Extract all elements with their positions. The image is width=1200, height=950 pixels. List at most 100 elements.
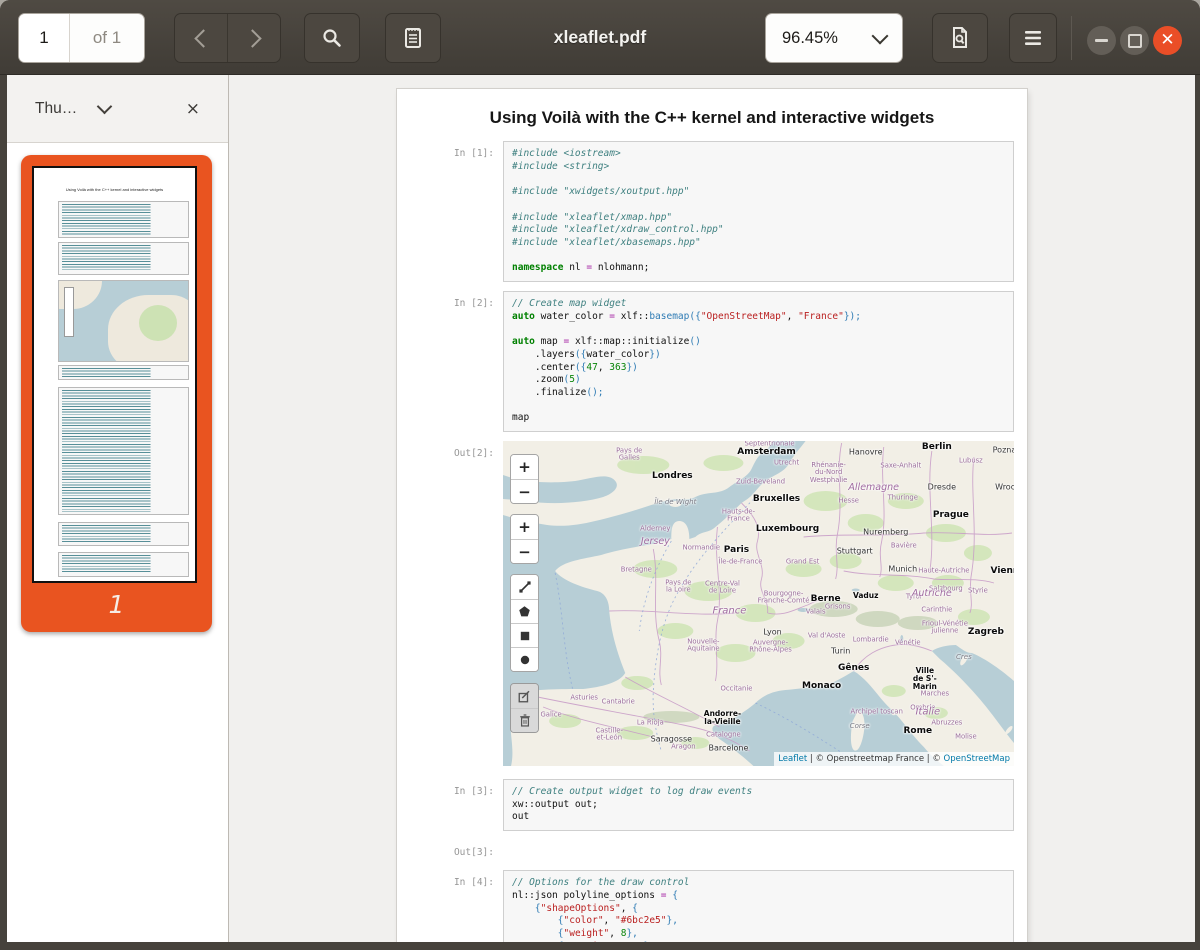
minus-button[interactable]: − <box>511 479 538 503</box>
chevron-right-icon <box>243 29 261 47</box>
minimize-button[interactable] <box>1087 26 1116 55</box>
cell-row: In [2]:// Create map widgetauto water_co… <box>397 291 1027 432</box>
cell-row: Out[2]: <box>397 441 1027 766</box>
sidebar-mode-dropdown[interactable]: Thu… <box>35 100 77 118</box>
plus-button[interactable]: + <box>511 515 538 539</box>
thumbnails-sidebar: Thu… × Using Voilà with the C++ kernel a… <box>7 75 229 942</box>
attribution-text: | © Openstreetmap France | © <box>807 754 943 764</box>
plus-button[interactable]: + <box>511 455 538 479</box>
code-line: nl::json polyline_options = { <box>512 890 1005 903</box>
close-button[interactable]: ✕ <box>1153 26 1182 55</box>
code-line <box>512 323 1005 336</box>
map-edit-tools <box>510 683 539 733</box>
edit-button[interactable] <box>511 684 538 708</box>
polyline-button[interactable] <box>511 575 538 599</box>
code-line: .layers({water_color}) <box>512 349 1005 362</box>
document-title: xleaflet.pdf <box>450 0 750 75</box>
page-nav-group <box>174 13 281 63</box>
code-cell[interactable]: // Create output widget to log draw even… <box>503 779 1014 831</box>
cell-row: Out[3]: <box>397 840 1027 864</box>
close-icon: ✕ <box>1160 32 1174 49</box>
attribution-link[interactable]: Leaflet <box>778 754 807 764</box>
code-line <box>512 250 1005 263</box>
code-line: #include <string> <box>512 161 1005 174</box>
chevron-down-icon[interactable] <box>97 99 113 115</box>
thumbnail-page-number: 1 <box>21 590 212 619</box>
input-prompt: In [2]: <box>397 291 503 432</box>
code-line: map <box>512 412 1005 425</box>
code-line: // Create output widget to log draw even… <box>512 786 1005 799</box>
trash-button[interactable] <box>511 708 538 732</box>
code-line: // Create map widget <box>512 298 1005 311</box>
previous-page-button[interactable] <box>175 14 227 62</box>
page-number-input[interactable]: 1 <box>19 14 70 62</box>
map-draw-tools <box>510 574 539 672</box>
cells: In [1]:#include <iostream>#include <stri… <box>397 141 1027 942</box>
zoom-level-value: 96.45% <box>782 29 838 48</box>
document-magnifier-icon <box>948 25 972 51</box>
note-icon <box>401 25 425 51</box>
code-line: .zoom(5) <box>512 374 1005 387</box>
maximize-icon <box>1128 34 1142 48</box>
code-line: auto map = xlf::map::initialize() <box>512 336 1005 349</box>
code-line: {"color", "#6bc2e5"}, <box>512 915 1005 928</box>
output-prompt: Out[2]: <box>397 441 503 766</box>
code-line: #include "xleaflet/xbasemaps.hpp" <box>512 237 1005 250</box>
chevron-down-icon <box>872 27 889 44</box>
code-line: namespace nl = nlohmann; <box>512 262 1005 275</box>
cell-row: In [3]:// Create output widget to log dr… <box>397 779 1027 831</box>
rectangle-button[interactable] <box>511 623 538 647</box>
pdf-page: Using Voilà with the C++ kernel and inte… <box>397 89 1027 942</box>
pdf-viewer-window: 1 of 1 xleaflet.pdf 96.45% ✕ <box>0 0 1200 950</box>
code-line <box>512 173 1005 186</box>
page-number-control[interactable]: 1 of 1 <box>18 13 145 63</box>
map-image <box>503 441 1014 766</box>
code-line: {"weight", 8}, <box>512 928 1005 941</box>
hamburger-menu-icon <box>1023 29 1043 47</box>
cell-row: In [1]:#include <iostream>#include <stri… <box>397 141 1027 282</box>
sidebar-close-button[interactable]: × <box>186 99 200 119</box>
code-cell[interactable]: #include <iostream>#include <string> #in… <box>503 141 1014 282</box>
document-view[interactable]: Using Voilà with the C++ kernel and inte… <box>229 75 1195 942</box>
page-thumbnail-selected[interactable]: Using Voilà with the C++ kernel and inte… <box>21 155 212 632</box>
code-line: .center({47, 363}) <box>512 362 1005 375</box>
map-zoom-mid: +− <box>510 514 539 564</box>
attribution-link[interactable]: OpenStreetMap <box>944 754 1010 764</box>
code-cell[interactable]: // Options for the draw controlnl::json … <box>503 870 1014 942</box>
map-attribution: Leaflet | © Openstreetmap France | © Ope… <box>774 752 1014 766</box>
code-line: out <box>512 811 1005 824</box>
code-line: #include "xleaflet/xmap.hpp" <box>512 212 1005 225</box>
code-line <box>512 199 1005 212</box>
page-title: Using Voilà with the C++ kernel and inte… <box>397 108 1027 128</box>
minimize-icon <box>1095 39 1108 42</box>
minus-button[interactable]: − <box>511 539 538 563</box>
app-body: Thu… × Using Voilà with the C++ kernel a… <box>7 75 1195 942</box>
menu-button[interactable] <box>1009 13 1057 63</box>
code-line: auto water_color = xlf::basemap({"OpenSt… <box>512 311 1005 324</box>
document-properties-button[interactable] <box>932 13 988 63</box>
maximize-button[interactable] <box>1120 26 1149 55</box>
annotations-button[interactable] <box>385 13 441 63</box>
code-line <box>512 400 1005 413</box>
code-cell[interactable]: // Create map widgetauto water_color = x… <box>503 291 1014 432</box>
sidebar-header: Thu… × <box>7 75 228 143</box>
code-line: xw::output out; <box>512 799 1005 812</box>
polygon-button[interactable] <box>511 599 538 623</box>
thumbnail-list[interactable]: Using Voilà with the C++ kernel and inte… <box>7 143 228 942</box>
input-prompt: In [1]: <box>397 141 503 282</box>
output-prompt: Out[3]: <box>397 840 503 864</box>
toolbar: 1 of 1 xleaflet.pdf 96.45% ✕ <box>0 0 1200 75</box>
next-page-button[interactable] <box>227 14 280 62</box>
search-button[interactable] <box>304 13 360 63</box>
zoom-level-select[interactable]: 96.45% <box>765 13 903 63</box>
input-prompt: In [4]: <box>397 870 503 942</box>
thumbnail-preview: Using Voilà with the C++ kernel and inte… <box>32 166 197 583</box>
code-line: // Options for the draw control <box>512 877 1005 890</box>
toolbar-separator <box>1071 16 1072 60</box>
code-line: #include "xleaflet/xdraw_control.hpp" <box>512 224 1005 237</box>
code-line: #include "xwidgets/xoutput.hpp" <box>512 186 1005 199</box>
circle-button[interactable] <box>511 647 538 671</box>
cell-row: In [4]:// Options for the draw controlnl… <box>397 870 1027 942</box>
leaflet-map-output[interactable]: LondresAmsterdamBruxellesBerlinParisLuxe… <box>503 441 1014 766</box>
page-total-label: of 1 <box>70 14 144 62</box>
